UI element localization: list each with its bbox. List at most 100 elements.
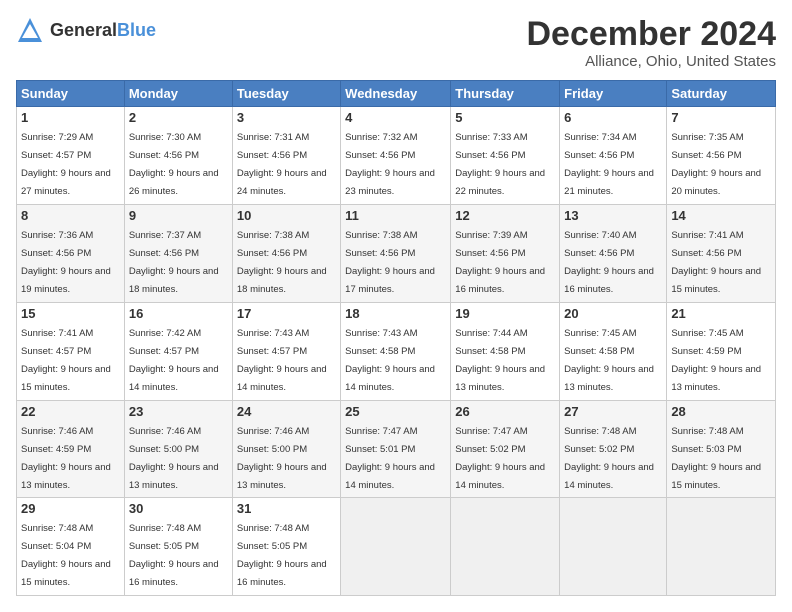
day-number: 11 xyxy=(345,208,446,223)
table-row: 1 Sunrise: 7:29 AM Sunset: 4:57 PM Dayli… xyxy=(17,107,125,205)
table-row: 20 Sunrise: 7:45 AM Sunset: 4:58 PM Dayl… xyxy=(560,302,667,400)
day-info: Sunrise: 7:43 AM Sunset: 4:57 PM Dayligh… xyxy=(237,328,327,393)
day-info: Sunrise: 7:47 AM Sunset: 5:01 PM Dayligh… xyxy=(345,426,435,491)
day-info: Sunrise: 7:47 AM Sunset: 5:02 PM Dayligh… xyxy=(455,426,545,491)
table-row: 2 Sunrise: 7:30 AM Sunset: 4:56 PM Dayli… xyxy=(124,107,232,205)
table-row: 19 Sunrise: 7:44 AM Sunset: 4:58 PM Dayl… xyxy=(451,302,560,400)
day-number: 19 xyxy=(455,306,555,321)
day-number: 10 xyxy=(237,208,336,223)
table-row: 18 Sunrise: 7:43 AM Sunset: 4:58 PM Dayl… xyxy=(341,302,451,400)
table-row: 14 Sunrise: 7:41 AM Sunset: 4:56 PM Dayl… xyxy=(667,205,776,303)
day-info: Sunrise: 7:48 AM Sunset: 5:05 PM Dayligh… xyxy=(237,523,327,588)
day-number: 2 xyxy=(129,110,228,125)
table-row: 22 Sunrise: 7:46 AM Sunset: 4:59 PM Dayl… xyxy=(17,400,125,498)
table-row xyxy=(451,498,560,596)
col-thursday: Thursday xyxy=(451,81,560,107)
day-number: 26 xyxy=(455,404,555,419)
table-row: 21 Sunrise: 7:45 AM Sunset: 4:59 PM Dayl… xyxy=(667,302,776,400)
title-area: December 2024 Alliance, Ohio, United Sta… xyxy=(526,16,776,70)
day-info: Sunrise: 7:40 AM Sunset: 4:56 PM Dayligh… xyxy=(564,230,654,295)
day-info: Sunrise: 7:36 AM Sunset: 4:56 PM Dayligh… xyxy=(21,230,111,295)
day-number: 4 xyxy=(345,110,446,125)
day-number: 22 xyxy=(21,404,120,419)
day-info: Sunrise: 7:30 AM Sunset: 4:56 PM Dayligh… xyxy=(129,132,219,197)
day-info: Sunrise: 7:44 AM Sunset: 4:58 PM Dayligh… xyxy=(455,328,545,393)
day-info: Sunrise: 7:29 AM Sunset: 4:57 PM Dayligh… xyxy=(21,132,111,197)
table-row: 28 Sunrise: 7:48 AM Sunset: 5:03 PM Dayl… xyxy=(667,400,776,498)
header: GeneralBlue December 2024 Alliance, Ohio… xyxy=(16,16,776,70)
day-number: 3 xyxy=(237,110,336,125)
col-sunday: Sunday xyxy=(17,81,125,107)
day-number: 17 xyxy=(237,306,336,321)
day-info: Sunrise: 7:32 AM Sunset: 4:56 PM Dayligh… xyxy=(345,132,435,197)
day-info: Sunrise: 7:46 AM Sunset: 5:00 PM Dayligh… xyxy=(237,426,327,491)
table-row: 6 Sunrise: 7:34 AM Sunset: 4:56 PM Dayli… xyxy=(560,107,667,205)
table-row xyxy=(341,498,451,596)
day-info: Sunrise: 7:41 AM Sunset: 4:56 PM Dayligh… xyxy=(671,230,761,295)
day-info: Sunrise: 7:45 AM Sunset: 4:58 PM Dayligh… xyxy=(564,328,654,393)
day-number: 20 xyxy=(564,306,662,321)
day-number: 6 xyxy=(564,110,662,125)
day-info: Sunrise: 7:31 AM Sunset: 4:56 PM Dayligh… xyxy=(237,132,327,197)
day-info: Sunrise: 7:39 AM Sunset: 4:56 PM Dayligh… xyxy=(455,230,545,295)
table-row xyxy=(667,498,776,596)
day-info: Sunrise: 7:34 AM Sunset: 4:56 PM Dayligh… xyxy=(564,132,654,197)
day-number: 1 xyxy=(21,110,120,125)
day-info: Sunrise: 7:38 AM Sunset: 4:56 PM Dayligh… xyxy=(237,230,327,295)
location: Alliance, Ohio, United States xyxy=(526,53,776,70)
col-monday: Monday xyxy=(124,81,232,107)
table-row: 3 Sunrise: 7:31 AM Sunset: 4:56 PM Dayli… xyxy=(232,107,340,205)
day-info: Sunrise: 7:48 AM Sunset: 5:03 PM Dayligh… xyxy=(671,426,761,491)
table-row: 15 Sunrise: 7:41 AM Sunset: 4:57 PM Dayl… xyxy=(17,302,125,400)
day-info: Sunrise: 7:33 AM Sunset: 4:56 PM Dayligh… xyxy=(455,132,545,197)
day-info: Sunrise: 7:46 AM Sunset: 5:00 PM Dayligh… xyxy=(129,426,219,491)
table-row: 4 Sunrise: 7:32 AM Sunset: 4:56 PM Dayli… xyxy=(341,107,451,205)
table-row: 7 Sunrise: 7:35 AM Sunset: 4:56 PM Dayli… xyxy=(667,107,776,205)
table-row: 12 Sunrise: 7:39 AM Sunset: 4:56 PM Dayl… xyxy=(451,205,560,303)
month-title: December 2024 xyxy=(526,16,776,53)
table-row: 16 Sunrise: 7:42 AM Sunset: 4:57 PM Dayl… xyxy=(124,302,232,400)
day-info: Sunrise: 7:42 AM Sunset: 4:57 PM Dayligh… xyxy=(129,328,219,393)
table-row: 27 Sunrise: 7:48 AM Sunset: 5:02 PM Dayl… xyxy=(560,400,667,498)
day-number: 24 xyxy=(237,404,336,419)
day-number: 16 xyxy=(129,306,228,321)
table-row: 31 Sunrise: 7:48 AM Sunset: 5:05 PM Dayl… xyxy=(232,498,340,596)
calendar-page: GeneralBlue December 2024 Alliance, Ohio… xyxy=(0,0,792,612)
day-info: Sunrise: 7:48 AM Sunset: 5:05 PM Dayligh… xyxy=(129,523,219,588)
day-info: Sunrise: 7:48 AM Sunset: 5:02 PM Dayligh… xyxy=(564,426,654,491)
day-number: 21 xyxy=(671,306,771,321)
logo-blue: Blue xyxy=(117,20,156,40)
table-row: 29 Sunrise: 7:48 AM Sunset: 5:04 PM Dayl… xyxy=(17,498,125,596)
week-row-2: 8 Sunrise: 7:36 AM Sunset: 4:56 PM Dayli… xyxy=(17,205,776,303)
day-number: 12 xyxy=(455,208,555,223)
header-row: Sunday Monday Tuesday Wednesday Thursday… xyxy=(17,81,776,107)
week-row-1: 1 Sunrise: 7:29 AM Sunset: 4:57 PM Dayli… xyxy=(17,107,776,205)
day-info: Sunrise: 7:43 AM Sunset: 4:58 PM Dayligh… xyxy=(345,328,435,393)
day-number: 13 xyxy=(564,208,662,223)
table-row xyxy=(560,498,667,596)
day-number: 25 xyxy=(345,404,446,419)
table-row: 26 Sunrise: 7:47 AM Sunset: 5:02 PM Dayl… xyxy=(451,400,560,498)
day-number: 28 xyxy=(671,404,771,419)
day-info: Sunrise: 7:45 AM Sunset: 4:59 PM Dayligh… xyxy=(671,328,761,393)
col-saturday: Saturday xyxy=(667,81,776,107)
table-row: 5 Sunrise: 7:33 AM Sunset: 4:56 PM Dayli… xyxy=(451,107,560,205)
day-number: 15 xyxy=(21,306,120,321)
col-tuesday: Tuesday xyxy=(232,81,340,107)
day-number: 27 xyxy=(564,404,662,419)
col-wednesday: Wednesday xyxy=(341,81,451,107)
day-number: 31 xyxy=(237,501,336,516)
table-row: 17 Sunrise: 7:43 AM Sunset: 4:57 PM Dayl… xyxy=(232,302,340,400)
day-number: 5 xyxy=(455,110,555,125)
day-info: Sunrise: 7:48 AM Sunset: 5:04 PM Dayligh… xyxy=(21,523,111,588)
logo: GeneralBlue xyxy=(16,16,156,44)
week-row-3: 15 Sunrise: 7:41 AM Sunset: 4:57 PM Dayl… xyxy=(17,302,776,400)
table-row: 11 Sunrise: 7:38 AM Sunset: 4:56 PM Dayl… xyxy=(341,205,451,303)
day-number: 18 xyxy=(345,306,446,321)
logo-icon xyxy=(16,16,44,44)
day-number: 8 xyxy=(21,208,120,223)
day-number: 14 xyxy=(671,208,771,223)
table-row: 8 Sunrise: 7:36 AM Sunset: 4:56 PM Dayli… xyxy=(17,205,125,303)
day-number: 9 xyxy=(129,208,228,223)
day-info: Sunrise: 7:41 AM Sunset: 4:57 PM Dayligh… xyxy=(21,328,111,393)
